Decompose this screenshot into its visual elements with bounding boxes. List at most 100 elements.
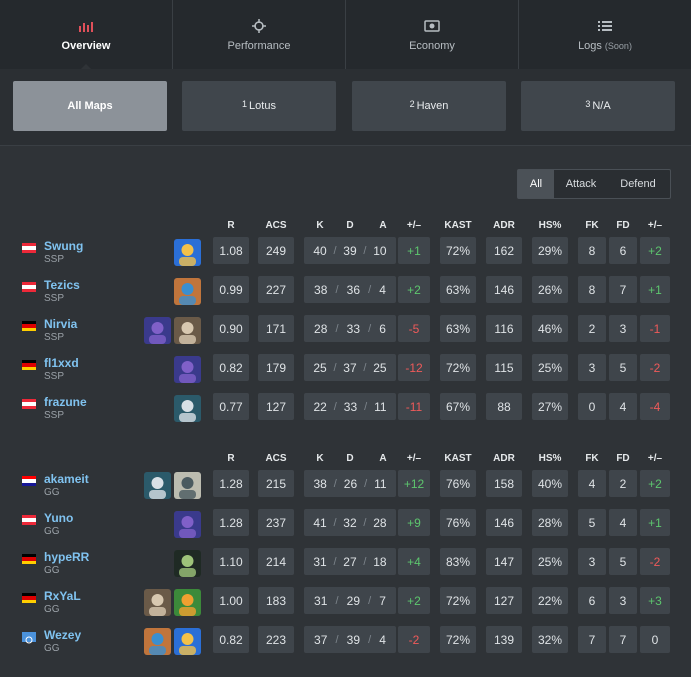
stat-value: 0: [588, 399, 596, 414]
side-defend-button[interactable]: Defend: [608, 170, 668, 198]
stat-a: 4: [379, 282, 386, 297]
stat-a: 18: [373, 554, 387, 569]
stat-value: 46%: [537, 321, 563, 336]
table-row: Nirvia SSP 0.90 171 28 / 33 / 6 -5 63% 116 46% 2 3 -1: [0, 315, 691, 354]
stat-r: 1.10: [213, 548, 249, 575]
agent-kayo-icon: [174, 278, 201, 305]
table-row: Swung SSP 1.08 249 40 / 39 / 10 +1 72% 162 29% 8 6 +2: [0, 237, 691, 276]
money-icon: [424, 18, 440, 34]
separator: /: [364, 477, 368, 490]
stat-value: 1.08: [219, 243, 243, 258]
agent-omen-icon: [174, 356, 201, 383]
stat-value: 227: [265, 282, 287, 297]
stat-value: -2: [649, 554, 661, 569]
separator: /: [333, 361, 337, 374]
agent-gekko-icon: [174, 589, 201, 616]
stat-kda: 28 / 33 / 6: [304, 315, 396, 342]
player-name[interactable]: frazune: [44, 395, 87, 409]
column-header-acs: ACS: [265, 220, 287, 231]
player-name[interactable]: RxYaL: [44, 589, 81, 603]
separator: /: [335, 283, 339, 296]
stat-adr: 127: [486, 587, 522, 614]
column-header-adr: ADR: [493, 220, 515, 231]
stat-acs: 183: [258, 587, 294, 614]
table-row: Wezey GG 0.82 223 37 / 39 / 4 -2 72% 139 32% 7 7 0: [0, 626, 691, 665]
stat-adr: 146: [486, 509, 522, 536]
stat-value: -12: [405, 360, 423, 375]
separator: /: [364, 400, 368, 413]
player-name[interactable]: Yuno: [44, 511, 73, 525]
stat-value: 8: [588, 243, 596, 258]
player-name[interactable]: fl1xxd: [44, 356, 79, 370]
stat-r: 0.77: [213, 393, 249, 420]
map-label: N/A: [592, 100, 611, 112]
map-all-button[interactable]: All Maps: [13, 81, 167, 131]
stat-fk: 3: [578, 548, 606, 575]
tab-label: Economy: [409, 39, 455, 52]
tab-overview[interactable]: Overview: [0, 0, 173, 70]
stat-d: 36: [346, 282, 361, 297]
player-name[interactable]: Nirvia: [44, 317, 77, 331]
stat-fd: 3: [609, 315, 637, 342]
stat-fk: 4: [578, 470, 606, 497]
tab-logs[interactable]: Logs (Soon): [519, 0, 691, 69]
tab-performance[interactable]: Performance: [173, 0, 346, 69]
column-header-r: R: [227, 220, 235, 231]
column-header-pm2: +/–: [647, 220, 663, 231]
player-name[interactable]: akameit: [44, 472, 89, 486]
stat-fd: 3: [609, 587, 637, 614]
stat-r: 0.82: [213, 354, 249, 381]
stat-fkpm: +1: [640, 509, 670, 536]
flag-icon: [22, 360, 36, 370]
stat-kast: 72%: [440, 626, 476, 653]
stat-fkpm: +2: [640, 470, 670, 497]
player-name[interactable]: Swung: [44, 239, 83, 253]
stat-fk: 8: [578, 276, 606, 303]
stat-acs: 214: [258, 548, 294, 575]
agent-omen-icon: [174, 511, 201, 538]
stat-kast: 72%: [440, 354, 476, 381]
stat-value: 5: [588, 515, 596, 530]
agent-deadlock-icon: [174, 472, 201, 499]
column-header-a: A: [379, 220, 387, 231]
map-na-button[interactable]: 3 N/A: [521, 81, 675, 131]
column-header-k: K: [316, 453, 324, 464]
agent-kayo-icon: [144, 628, 171, 655]
stat-adr: 115: [486, 354, 522, 381]
stat-value: 139: [493, 632, 515, 647]
stat-pm: +2: [398, 276, 430, 303]
map-haven-button[interactable]: 2 Haven: [352, 81, 506, 131]
player-name[interactable]: Wezey: [44, 628, 81, 642]
stat-r: 1.00: [213, 587, 249, 614]
stat-hs: 27%: [532, 393, 568, 420]
stat-value: +2: [648, 243, 662, 258]
stat-value: 1.28: [219, 476, 243, 491]
stat-value: 1.28: [219, 515, 243, 530]
stat-value: 7: [619, 632, 627, 647]
tab-label: Logs: [578, 39, 602, 52]
player-team: SSP: [44, 332, 65, 343]
tab-economy[interactable]: Economy: [346, 0, 519, 69]
stat-hs: 29%: [532, 237, 568, 264]
player-name[interactable]: hypeRR: [44, 550, 89, 564]
stat-acs: 237: [258, 509, 294, 536]
stat-kda: 38 / 36 / 4: [304, 276, 396, 303]
side-filter: All Attack Defend: [517, 169, 671, 199]
stat-value: -11: [405, 399, 423, 414]
stat-pm: -11: [398, 393, 430, 420]
stat-value: 2: [619, 476, 627, 491]
stat-value: 5: [619, 360, 627, 375]
player-name[interactable]: Tezics: [44, 278, 80, 292]
map-number: 1: [242, 99, 248, 109]
side-all-button[interactable]: All: [518, 170, 554, 198]
map-lotus-button[interactable]: 1 Lotus: [182, 81, 336, 131]
tab-suffix: (Soon): [604, 40, 632, 51]
side-attack-button[interactable]: Attack: [554, 170, 608, 198]
stat-k: 22: [313, 399, 327, 414]
stat-value: 171: [265, 321, 287, 336]
column-header-d: D: [346, 220, 354, 231]
stat-value: 127: [265, 399, 287, 414]
separator: /: [333, 400, 337, 413]
separator: /: [363, 555, 367, 568]
column-header-fk: FK: [585, 453, 599, 464]
